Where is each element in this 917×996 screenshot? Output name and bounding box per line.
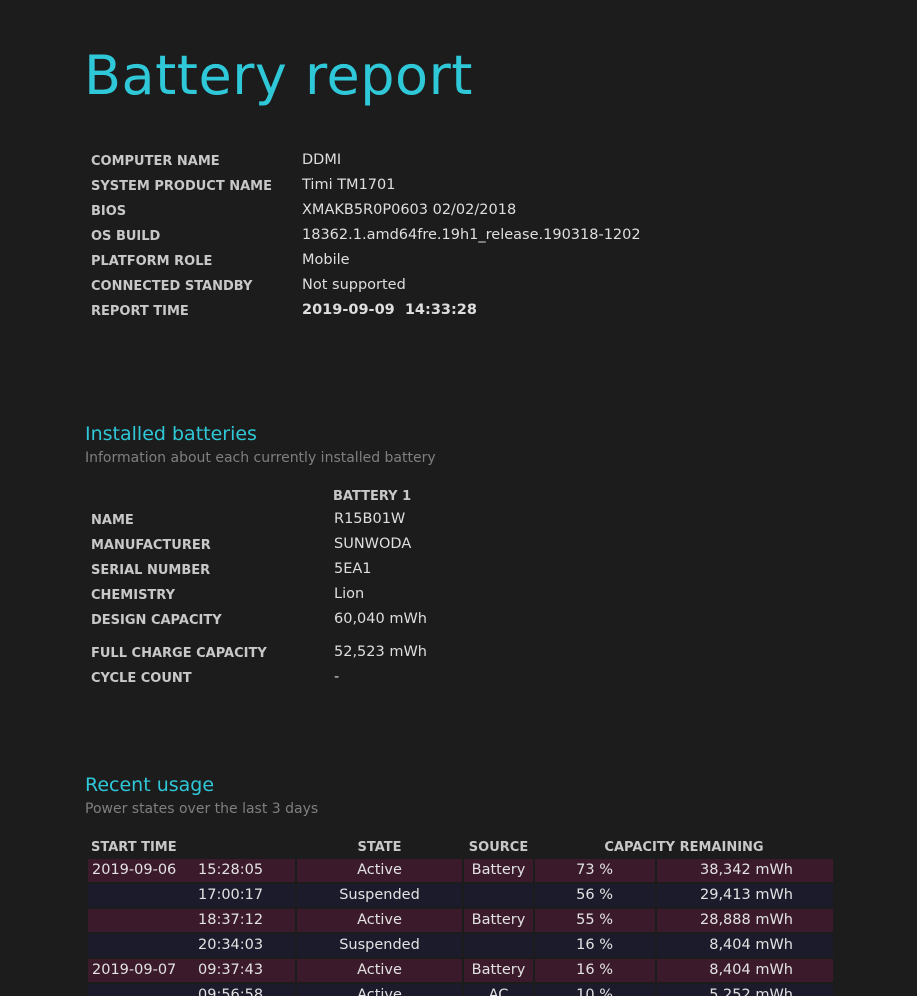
cycle-count-value: - — [334, 669, 340, 685]
row-state: Suspended — [297, 884, 462, 907]
page-title: Battery report — [84, 44, 473, 107]
connected-standby-value: Not supported — [302, 277, 406, 293]
row-percent: 56 % — [535, 884, 655, 907]
bios-value: XMAKB5R0P0603 02/02/2018 — [302, 202, 517, 218]
row-percent: 16 % — [535, 934, 655, 957]
row-mwh: 38,342 mWh — [657, 859, 833, 882]
row-percent: 55 % — [535, 909, 655, 932]
row-date: 2019-09-07 — [92, 962, 177, 978]
row-time: 15:28:05 — [198, 862, 264, 878]
cycle-count-label: CYCLE COUNT — [91, 671, 192, 686]
row-source: Battery — [464, 859, 533, 882]
row-time: 09:56:58 — [198, 987, 264, 996]
row-source — [464, 884, 533, 907]
row-time: 17:00:17 — [198, 887, 264, 903]
row-date: 2019-09-06 — [92, 862, 177, 878]
row-time: 20:34:03 — [198, 937, 264, 953]
row-state: Suspended — [297, 934, 462, 957]
design-capacity-label: DESIGN CAPACITY — [91, 613, 222, 628]
recent-usage-heading: Recent usage — [85, 774, 215, 796]
row-mwh: 8,404 mWh — [657, 959, 833, 982]
full-charge-capacity-label: FULL CHARGE CAPACITY — [91, 646, 267, 661]
manufacturer-label: MANUFACTURER — [91, 538, 211, 553]
bios-label: BIOS — [91, 204, 127, 219]
report-time-value: 2019-09-09 14:33:28 — [302, 302, 477, 318]
computer-name-value: DDMI — [302, 152, 342, 168]
manufacturer-value: SUNWODA — [334, 536, 412, 552]
state-header: STATE — [357, 840, 402, 855]
row-percent: 73 % — [535, 859, 655, 882]
platform-role-label: PLATFORM ROLE — [91, 254, 213, 269]
battery-name-label: NAME — [91, 513, 134, 528]
recent-usage-subtitle: Power states over the last 3 days — [85, 801, 319, 817]
row-state: Active — [297, 959, 462, 982]
battery-1-column-header: BATTERY 1 — [333, 489, 412, 504]
row-mwh: 28,888 mWh — [657, 909, 833, 932]
computer-name-label: COMPUTER NAME — [91, 154, 220, 169]
row-source: Battery — [464, 909, 533, 932]
row-state: Active — [297, 909, 462, 932]
source-header: SOURCE — [468, 840, 529, 855]
platform-role-value: Mobile — [302, 252, 350, 268]
row-percent: 10 % — [535, 984, 655, 996]
full-charge-capacity-value: 52,523 mWh — [334, 644, 427, 660]
os-build-label: OS BUILD — [91, 229, 161, 244]
design-capacity-value: 60,040 mWh — [334, 611, 427, 627]
os-build-value: 18362.1.amd64fre.19h1_release.190318-120… — [302, 227, 641, 243]
chemistry-value: Lion — [334, 586, 365, 602]
row-state: Active — [297, 984, 462, 996]
installed-batteries-subtitle: Information about each currently install… — [85, 450, 436, 466]
system-product-name-value: Timi TM1701 — [302, 177, 396, 193]
report-time-label: REPORT TIME — [91, 304, 189, 319]
row-time: 09:37:43 — [198, 962, 264, 978]
connected-standby-label: CONNECTED STANDBY — [91, 279, 253, 294]
battery-name-value: R15B01W — [334, 511, 406, 527]
row-mwh: 29,413 mWh — [657, 884, 833, 907]
serial-number-value: 5EA1 — [334, 561, 372, 577]
serial-number-label: SERIAL NUMBER — [91, 563, 211, 578]
row-source — [464, 934, 533, 957]
row-source: Battery — [464, 959, 533, 982]
row-mwh: 5,252 mWh — [657, 984, 833, 996]
row-percent: 16 % — [535, 959, 655, 982]
start-time-header: START TIME — [91, 840, 177, 855]
chemistry-label: CHEMISTRY — [91, 588, 176, 603]
row-source: AC — [464, 984, 533, 996]
system-product-name-label: SYSTEM PRODUCT NAME — [91, 179, 272, 194]
row-mwh: 8,404 mWh — [657, 934, 833, 957]
capacity-remaining-header: CAPACITY REMAINING — [604, 840, 764, 855]
row-state: Active — [297, 859, 462, 882]
installed-batteries-heading: Installed batteries — [85, 423, 257, 445]
row-time: 18:37:12 — [198, 912, 264, 928]
